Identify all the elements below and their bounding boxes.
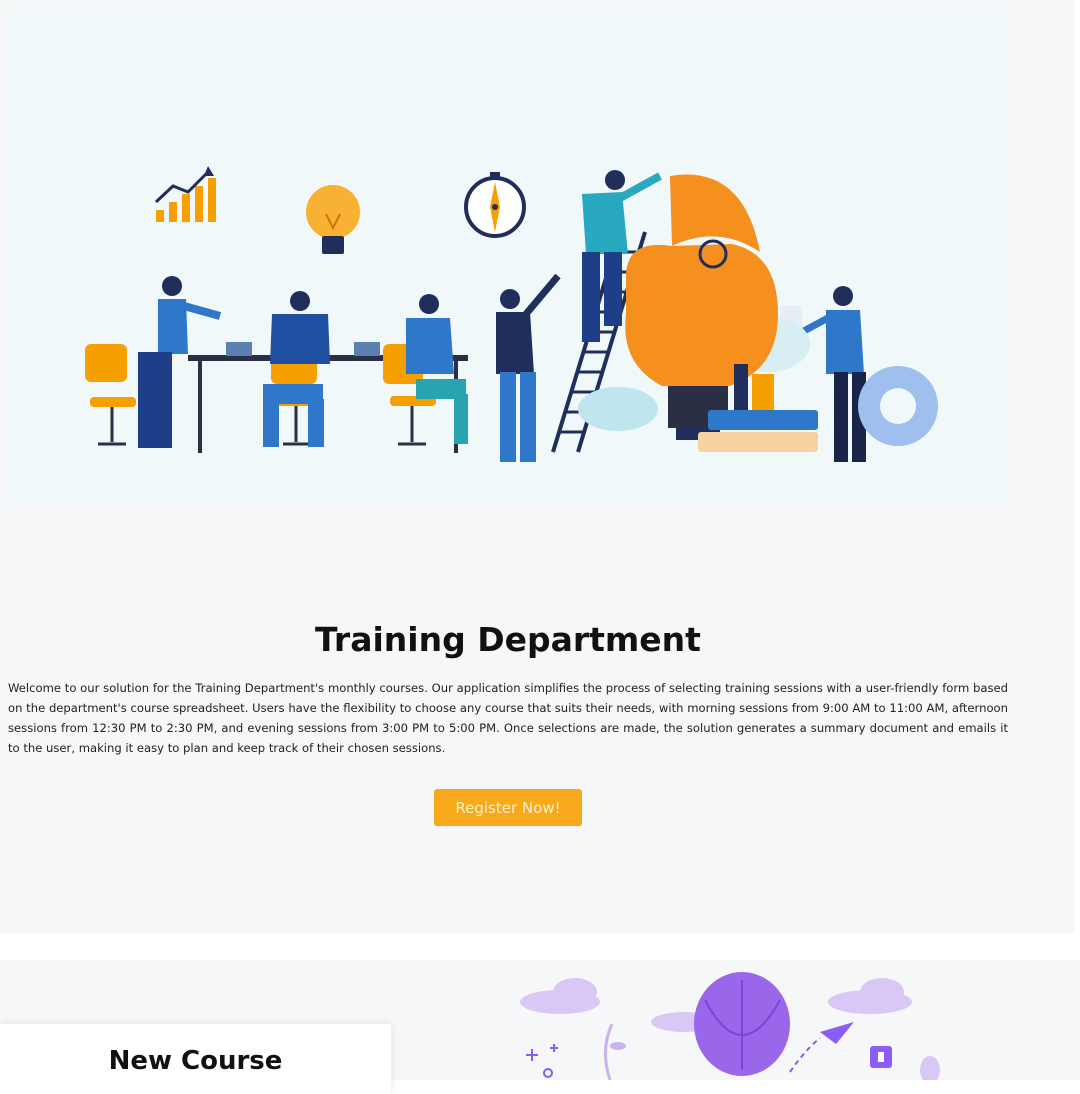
hero-illustration — [8, 14, 1008, 504]
new-course-title: New Course — [108, 1046, 283, 1076]
compass-icon — [464, 172, 526, 238]
hero-section: Training Department Welcome to our solut… — [0, 0, 1074, 933]
register-button[interactable]: Register Now! — [434, 789, 582, 826]
lightbulb-icon — [306, 185, 360, 254]
paper-plane-icon — [820, 1022, 854, 1044]
hero-description: Welcome to our solution for the Training… — [8, 681, 1008, 755]
sparkle-icon — [526, 1044, 558, 1061]
page-title: Training Department — [315, 620, 701, 659]
chart-icon — [154, 166, 216, 222]
big-lightbulb-icon — [578, 174, 938, 452]
team-training-illustration — [85, 166, 938, 462]
